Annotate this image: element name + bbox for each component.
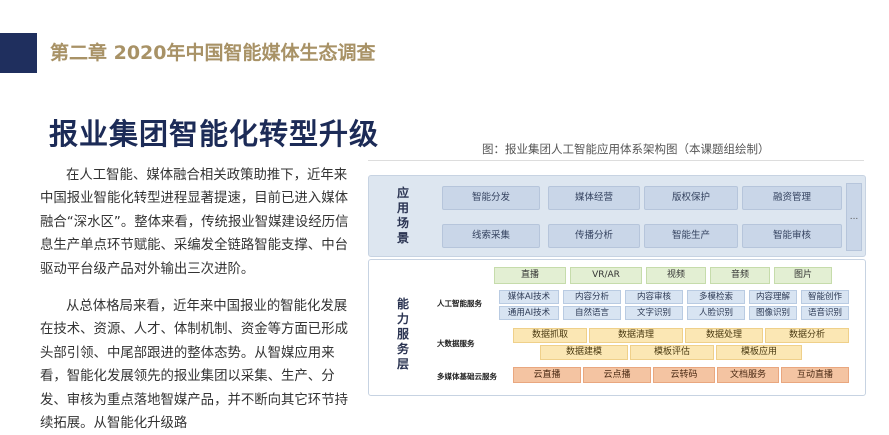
cloud-services-label: 多媒体基础云服务 [437, 372, 497, 381]
app-box: 智能生产 [644, 224, 738, 248]
ai-service-box: 内容理解 [749, 290, 797, 304]
big-data-box: 模板评估 [630, 345, 714, 360]
ai-service-box: 人脸识别 [687, 306, 745, 320]
media-type-box: 视频 [646, 267, 706, 284]
chapter-marker [0, 33, 37, 73]
page-title: 报业集团智能化转型升级 [49, 117, 380, 151]
more-indicator: ... [846, 183, 862, 251]
cloud-service-box: 互动直播 [781, 367, 849, 383]
app-box: 智能分发 [442, 186, 540, 210]
chapter-heading: 第二章 2020年中国智能媒体生态调查 [50, 42, 376, 64]
big-data-box: 数据处理 [685, 328, 763, 343]
ai-service-box: 内容审核 [625, 290, 683, 304]
ai-service-box: 内容分析 [563, 290, 621, 304]
ai-service-box: 多模检索 [687, 290, 745, 304]
ai-service-box: 媒体AI技术 [499, 290, 559, 304]
cloud-service-box: 云转码 [653, 367, 715, 383]
app-box: 传播分析 [548, 224, 640, 248]
ai-service-box: 文字识别 [625, 306, 683, 320]
ai-service-box: 语音识别 [801, 306, 849, 320]
application-layer-label: 应用场景 [396, 186, 409, 245]
media-type-box: 直播 [494, 267, 566, 284]
big-data-box: 模板应用 [716, 345, 802, 360]
media-type-box: VR/AR [570, 267, 642, 284]
body-paragraph: 从总体格局来看，近年来中国报业的智能化发展在技术、资源、人才、体制机制、资金等方… [40, 299, 348, 432]
cloud-service-box: 云点播 [583, 367, 651, 383]
big-data-box: 数据抓取 [513, 328, 587, 343]
ai-services-label: 人工智能服务 [437, 299, 482, 308]
figure-caption: 图：报业集团人工智能应用体系架构图（本课题组绘制） [482, 142, 770, 156]
caption-divider [368, 160, 864, 161]
media-type-box: 音频 [710, 267, 770, 284]
app-box: 融资管理 [742, 186, 842, 210]
capability-layer-label: 能力服务层 [396, 297, 409, 371]
ai-service-box: 图像识别 [749, 306, 797, 320]
media-type-box: 图片 [774, 267, 832, 284]
big-data-box: 数据分析 [765, 328, 849, 343]
app-box: 版权保护 [644, 186, 738, 210]
ai-service-box: 智能创作 [801, 290, 849, 304]
big-data-box: 数据清理 [589, 328, 683, 343]
body-paragraph: 在人工智能、媒体融合相关政策助推下，近年来中国报业智能化转型进程显著提速，目前已… [40, 168, 349, 277]
app-box: 媒体经营 [548, 186, 640, 210]
app-box: 线索采集 [442, 224, 540, 248]
cloud-service-box: 云直播 [513, 367, 581, 383]
ai-service-box: 自然语言 [563, 306, 621, 320]
app-box: 智能审核 [742, 224, 842, 248]
ai-service-box: 通用AI技术 [499, 306, 559, 320]
cloud-service-box: 文档服务 [717, 367, 779, 383]
big-data-box: 数据建模 [540, 345, 628, 360]
big-data-label: 大数据服务 [437, 339, 475, 348]
